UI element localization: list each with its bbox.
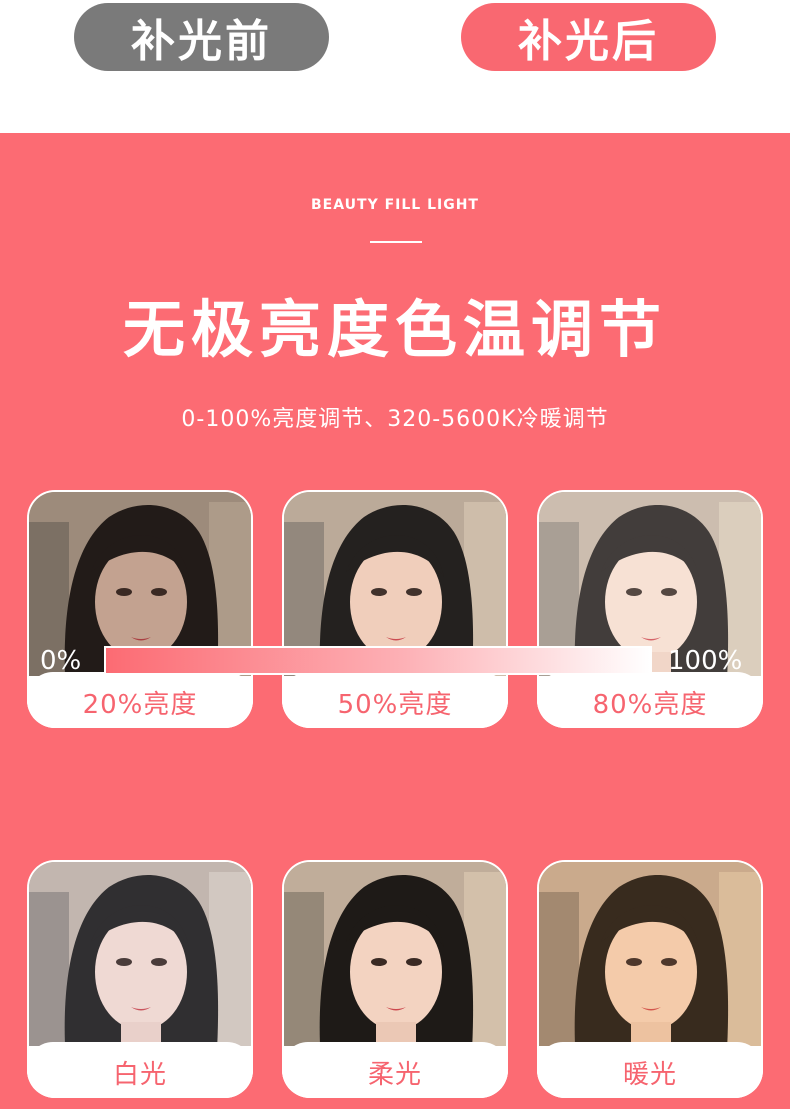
card-caption: 暖光	[537, 1046, 763, 1098]
color-card-white: 白光	[27, 860, 253, 1098]
brightness-min-label: 0%	[40, 646, 82, 676]
brightness-card-80: 80%亮度	[537, 490, 763, 728]
divider	[370, 241, 422, 243]
after-fill-light-label: 补光后	[461, 3, 716, 71]
eyebrow-text: BEAUTY FILL LIGHT	[311, 197, 479, 213]
color-card-warm: 暖光	[537, 860, 763, 1098]
brightness-card-50: 50%亮度	[282, 490, 508, 728]
card-caption: 柔光	[282, 1046, 508, 1098]
panel-title: 无极亮度色温调节	[122, 293, 667, 366]
color-card-soft: 柔光	[282, 860, 508, 1098]
brightness-card-20: 20%亮度	[27, 490, 253, 728]
card-caption: 20%亮度	[27, 676, 253, 728]
card-caption: 80%亮度	[537, 676, 763, 728]
before-fill-light-label: 补光前	[74, 3, 329, 71]
panel-subtitle: 0-100%亮度调节、320-5600K冷暖调节	[181, 407, 609, 432]
brightness-gradient-bar	[104, 646, 652, 675]
card-caption: 50%亮度	[282, 676, 508, 728]
card-caption: 白光	[27, 1046, 253, 1098]
brightness-max-label: 100%	[668, 646, 743, 676]
